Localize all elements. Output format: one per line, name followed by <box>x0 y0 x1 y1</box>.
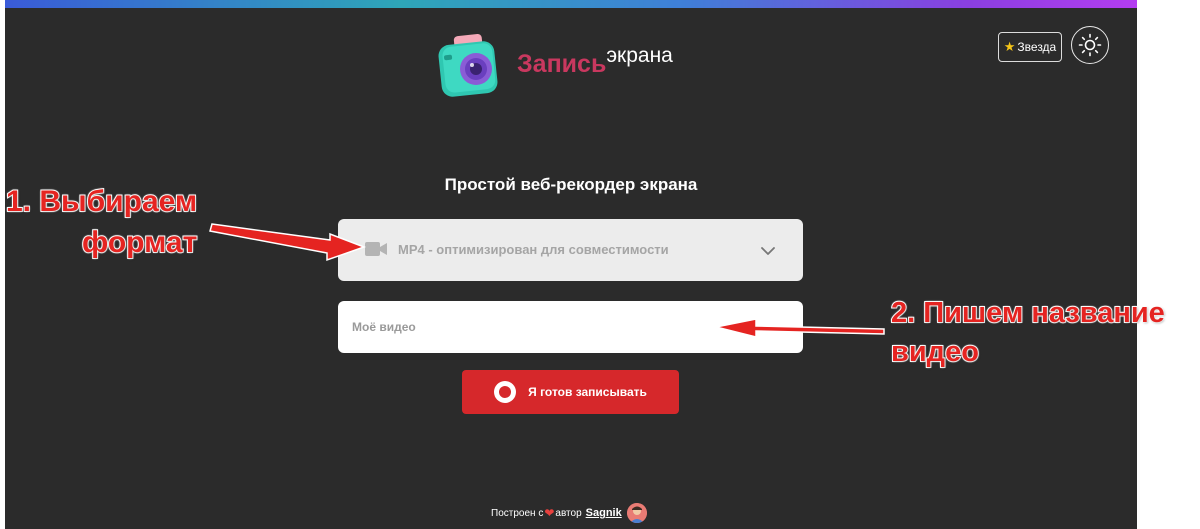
arrow-to-format <box>209 223 367 262</box>
annotation-arrows <box>209 223 885 338</box>
annotation-step1-line1: 1. Выбираем <box>5 184 198 219</box>
annotation-step1-line2: формат <box>81 225 198 260</box>
annotation-step2-line2: видео <box>890 335 980 369</box>
arrow-to-title <box>715 318 885 338</box>
annotation-step2-line1: 2. Пишем название <box>890 296 1166 330</box>
